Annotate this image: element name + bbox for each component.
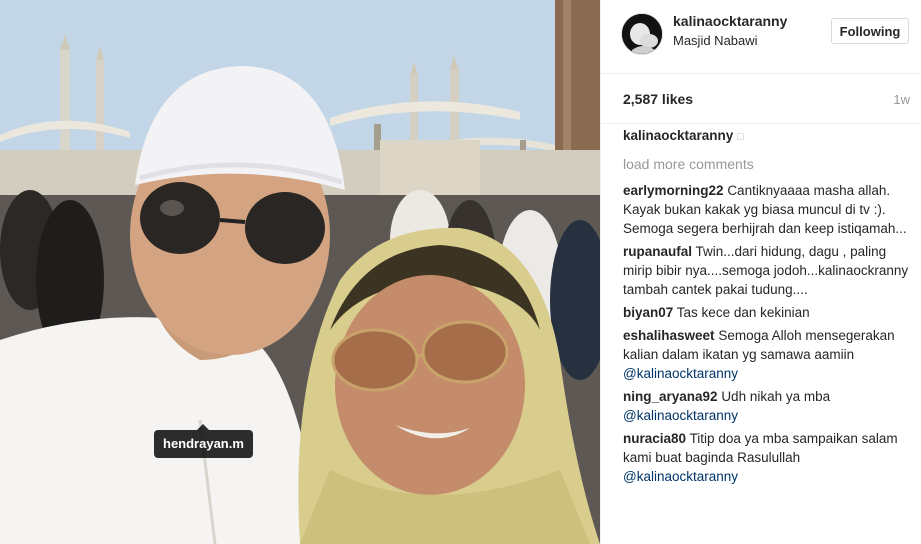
post-side-panel: kalinaocktaranny Masjid Nabawi Following… [600,0,921,544]
comment-author[interactable]: eshalihasweet [623,328,715,343]
comment-item: rupanaufal Twin...dari hidung, dagu , pa… [623,242,913,299]
comment-item: ning_aryana92 Udh nikah ya mba @kalinaoc… [623,387,913,425]
caption-author[interactable]: kalinaocktaranny [623,128,733,143]
post-username[interactable]: kalinaocktaranny [673,13,787,29]
caption-text: □ [737,131,744,143]
post-location[interactable]: Masjid Nabawi [673,33,758,48]
comment-text: Udh nikah ya mba [721,389,831,404]
comment-author[interactable]: biyan07 [623,305,673,320]
comment-author[interactable]: nuracia80 [623,431,686,446]
person-tag-label[interactable]: hendrayan.m [154,424,253,458]
comments-list: kalinaocktaranny □ load more comments ea… [623,126,913,490]
likes-count[interactable]: 2,587 likes [623,91,693,107]
comment-author[interactable]: rupanaufal [623,244,692,259]
post-stats: 2,587 likes 1w [601,74,921,124]
person-tag-text: hendrayan.m [163,436,244,451]
comment-item: eshalihasweet Semoga Alloh mensegerakan … [623,326,913,383]
comment-text: Tas kece dan kekinian [676,305,810,320]
comment-mention[interactable]: @kalinaocktaranny [623,469,738,484]
avatar-photo-icon [622,14,662,54]
comment-item: nuracia80 Titip doa ya mba sampaikan sal… [623,429,913,486]
load-more-comments-link[interactable]: load more comments [623,155,913,174]
caption: kalinaocktaranny □ [623,126,913,147]
comment-mention[interactable]: @kalinaocktaranny [623,366,738,381]
photo-scene [0,0,600,544]
post-timestamp[interactable]: 1w [893,92,910,107]
comment-item: earlymorning22 Cantiknyaaaa masha allah.… [623,181,913,238]
post-header: kalinaocktaranny Masjid Nabawi Following [601,0,921,74]
following-button[interactable]: Following [831,18,909,44]
comment-mention[interactable]: @kalinaocktaranny [623,408,738,423]
avatar[interactable] [621,13,663,55]
comment-author[interactable]: earlymorning22 [623,183,724,198]
post-photo[interactable]: hendrayan.m [0,0,600,544]
comment-item: biyan07 Tas kece dan kekinian [623,303,913,322]
comment-author[interactable]: ning_aryana92 [623,389,718,404]
